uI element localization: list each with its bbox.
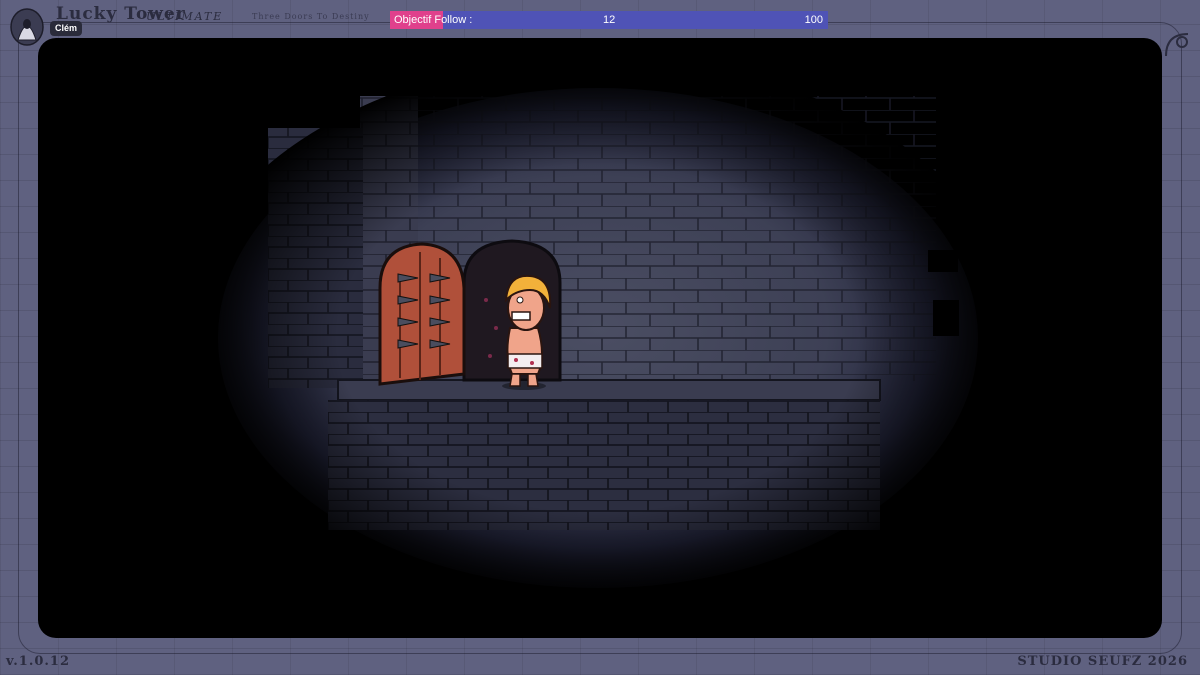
corner-ornament-icon	[1165, 33, 1189, 57]
spiked-door-icon[interactable]	[378, 242, 466, 386]
game-screen: Lucky Tower ULTIMATE Three Doors To Dest…	[0, 0, 1200, 675]
player-name-badge: Clém	[50, 21, 83, 36]
broken-brick	[928, 250, 958, 272]
version-label: v.1.0.12	[6, 654, 71, 669]
studio-credit: STUDIO SEUFZ 2026	[1017, 654, 1188, 669]
broken-brick	[933, 300, 959, 336]
game-viewport[interactable]	[38, 38, 1162, 638]
game-subtitle: ULTIMATE	[146, 10, 224, 23]
dungeon-scene	[178, 58, 1018, 618]
shadow-vignette	[178, 58, 1018, 618]
game-tagline: Three Doors To Destiny	[252, 12, 370, 21]
objective-current-value: 12	[603, 14, 616, 26]
objective-progress-bar: Objectif Follow : 12 100	[390, 11, 828, 29]
objective-max-value: 100	[804, 14, 823, 26]
objective-label: Objectif Follow :	[394, 14, 473, 26]
